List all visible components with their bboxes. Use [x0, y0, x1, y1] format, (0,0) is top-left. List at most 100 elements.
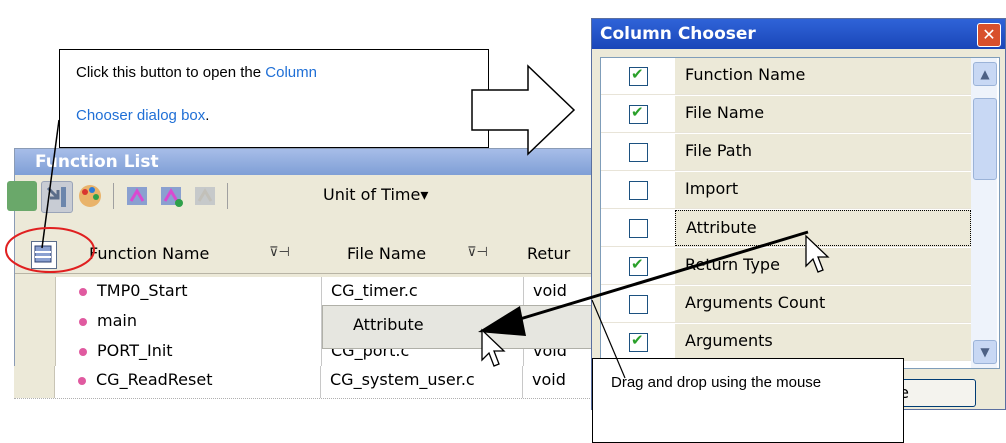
checkbox-cell: [601, 58, 675, 94]
cell-function: TMP0_Start: [97, 281, 188, 300]
cell-file: CG_timer.c: [331, 281, 418, 300]
column-chooser-button[interactable]: [31, 241, 57, 269]
cell-function: main: [97, 311, 137, 330]
column-name-cell: Arguments Count: [675, 286, 971, 322]
column-divider: [321, 277, 322, 307]
column-chooser-icon: [34, 245, 52, 263]
jump-source-glyph: [46, 186, 66, 207]
checkbox-cell: [601, 96, 675, 132]
column-name: Arguments: [685, 331, 773, 350]
header-file-name[interactable]: File Name: [347, 244, 426, 263]
callout-line-1: Click this button to open the Column: [76, 64, 317, 81]
row-gutter: [14, 366, 55, 398]
checkbox[interactable]: [629, 65, 648, 86]
profile-reset-icon[interactable]: [157, 181, 187, 211]
callout-link: Column: [265, 64, 317, 81]
vertical-scrollbar[interactable]: ▲ ▼: [971, 58, 997, 368]
chevron-down-icon: ▾: [420, 185, 429, 204]
checkbox[interactable]: [629, 143, 648, 162]
drag-ghost: Attribute: [322, 305, 636, 349]
refresh-icon[interactable]: [7, 181, 37, 211]
function-icon: [79, 288, 87, 296]
column-chooser-title: Column Chooser: [600, 24, 756, 44]
toolbar-separator: [113, 183, 114, 209]
header-return[interactable]: Retur: [527, 244, 570, 263]
column-item-arguments[interactable]: Arguments: [601, 324, 971, 361]
checkbox[interactable]: [629, 295, 648, 314]
unit-of-time-label: Unit of Time: [323, 185, 421, 204]
column-divider: [320, 366, 321, 398]
checkbox[interactable]: [629, 219, 648, 238]
column-item-file-path[interactable]: File Path: [601, 134, 971, 171]
column-name-cell: Return Type: [675, 248, 971, 284]
column-name-cell: File Name: [675, 96, 971, 132]
column-item-return-type[interactable]: Return Type: [601, 248, 971, 285]
cell-function: PORT_Init: [97, 341, 173, 360]
column-list: Function Name File Name File Path Import…: [600, 57, 1000, 369]
row-gutter: [15, 337, 56, 367]
toolbar-separator: [227, 183, 228, 209]
checkbox[interactable]: [629, 255, 648, 276]
checkbox[interactable]: [629, 181, 648, 200]
cell-return: void: [533, 281, 567, 300]
function-icon: [79, 348, 87, 356]
filter-icon[interactable]: ⊽⊣: [467, 245, 488, 260]
callout-text: Click this button to open the: [76, 64, 266, 81]
column-name: File Path: [685, 141, 753, 160]
checkbox-cell: [601, 286, 675, 322]
column-chooser-dialog: Column Chooser ✕ Function Name File Name…: [591, 18, 1006, 410]
scroll-thumb[interactable]: [973, 98, 997, 180]
column-name: Attribute: [686, 218, 757, 237]
callout-text: Drag and drop using the mouse: [611, 374, 822, 391]
callout-text: .: [205, 107, 210, 124]
checkbox[interactable]: [629, 331, 648, 352]
column-name-cell: File Path: [675, 134, 971, 170]
filter-icon[interactable]: ⊽⊣: [269, 245, 290, 260]
profile-icon[interactable]: [123, 181, 153, 211]
profile-reset-glyph: [161, 187, 183, 207]
function-list-toolbar: Unit of Time▾: [7, 175, 605, 217]
profile-clear-icon[interactable]: [191, 181, 221, 211]
table-row[interactable]: CG_ReadReset CG_system_user.c void: [14, 366, 604, 399]
checkbox-cell: [601, 324, 675, 360]
callout-link: Chooser dialog box: [76, 107, 206, 124]
scroll-down-icon[interactable]: ▼: [973, 340, 997, 364]
column-name: Arguments Count: [685, 293, 826, 312]
palette-glyph: [79, 185, 101, 207]
close-icon[interactable]: ✕: [977, 23, 1001, 47]
checkbox[interactable]: [629, 103, 648, 124]
column-item-arguments-count[interactable]: Arguments Count: [601, 286, 971, 323]
cell-file: CG_system_user.c: [330, 370, 475, 389]
function-list-title: Function List: [35, 152, 159, 172]
column-item-attribute[interactable]: Attribute: [601, 210, 971, 247]
cell-function: CG_ReadReset: [96, 370, 213, 389]
column-name: Return Type: [685, 255, 780, 274]
column-name-cell: Function Name: [675, 58, 971, 94]
checkbox-cell: [601, 134, 675, 170]
callout-line-2: Chooser dialog box.: [76, 107, 209, 124]
callout-drag-drop: Drag and drop using the mouse: [592, 358, 904, 443]
column-name: Import: [685, 179, 739, 198]
column-chooser-titlebar[interactable]: Column Chooser ✕: [592, 19, 1005, 49]
column-item-import[interactable]: Import: [601, 172, 971, 209]
cell-return: void: [532, 370, 566, 389]
column-name-cell-selected: Attribute: [675, 210, 971, 246]
column-header-row: Function Name ⊽⊣ File Name ⊽⊣ Retur: [15, 237, 605, 274]
drag-ghost-label: Attribute: [353, 315, 424, 334]
column-name: Function Name: [685, 65, 806, 84]
checkbox-cell: [601, 172, 675, 208]
table-row[interactable]: TMP0_Start CG_timer.c void: [15, 277, 605, 308]
jump-source-icon[interactable]: [41, 181, 73, 213]
column-item-function-name[interactable]: Function Name: [601, 58, 971, 95]
header-function-name[interactable]: Function Name: [89, 244, 209, 263]
column-name-cell: Import: [675, 172, 971, 208]
row-gutter: [15, 277, 56, 307]
callout-open-chooser: Click this button to open the Column Cho…: [59, 49, 489, 148]
scroll-up-icon[interactable]: ▲: [973, 62, 997, 86]
column-divider: [522, 366, 523, 398]
function-list-titlebar[interactable]: Function List: [15, 149, 605, 175]
unit-of-time-dropdown[interactable]: Unit of Time▾: [319, 183, 432, 213]
profile-clear-glyph: [195, 187, 215, 205]
column-item-file-name[interactable]: File Name: [601, 96, 971, 133]
palette-icon[interactable]: [75, 181, 105, 211]
